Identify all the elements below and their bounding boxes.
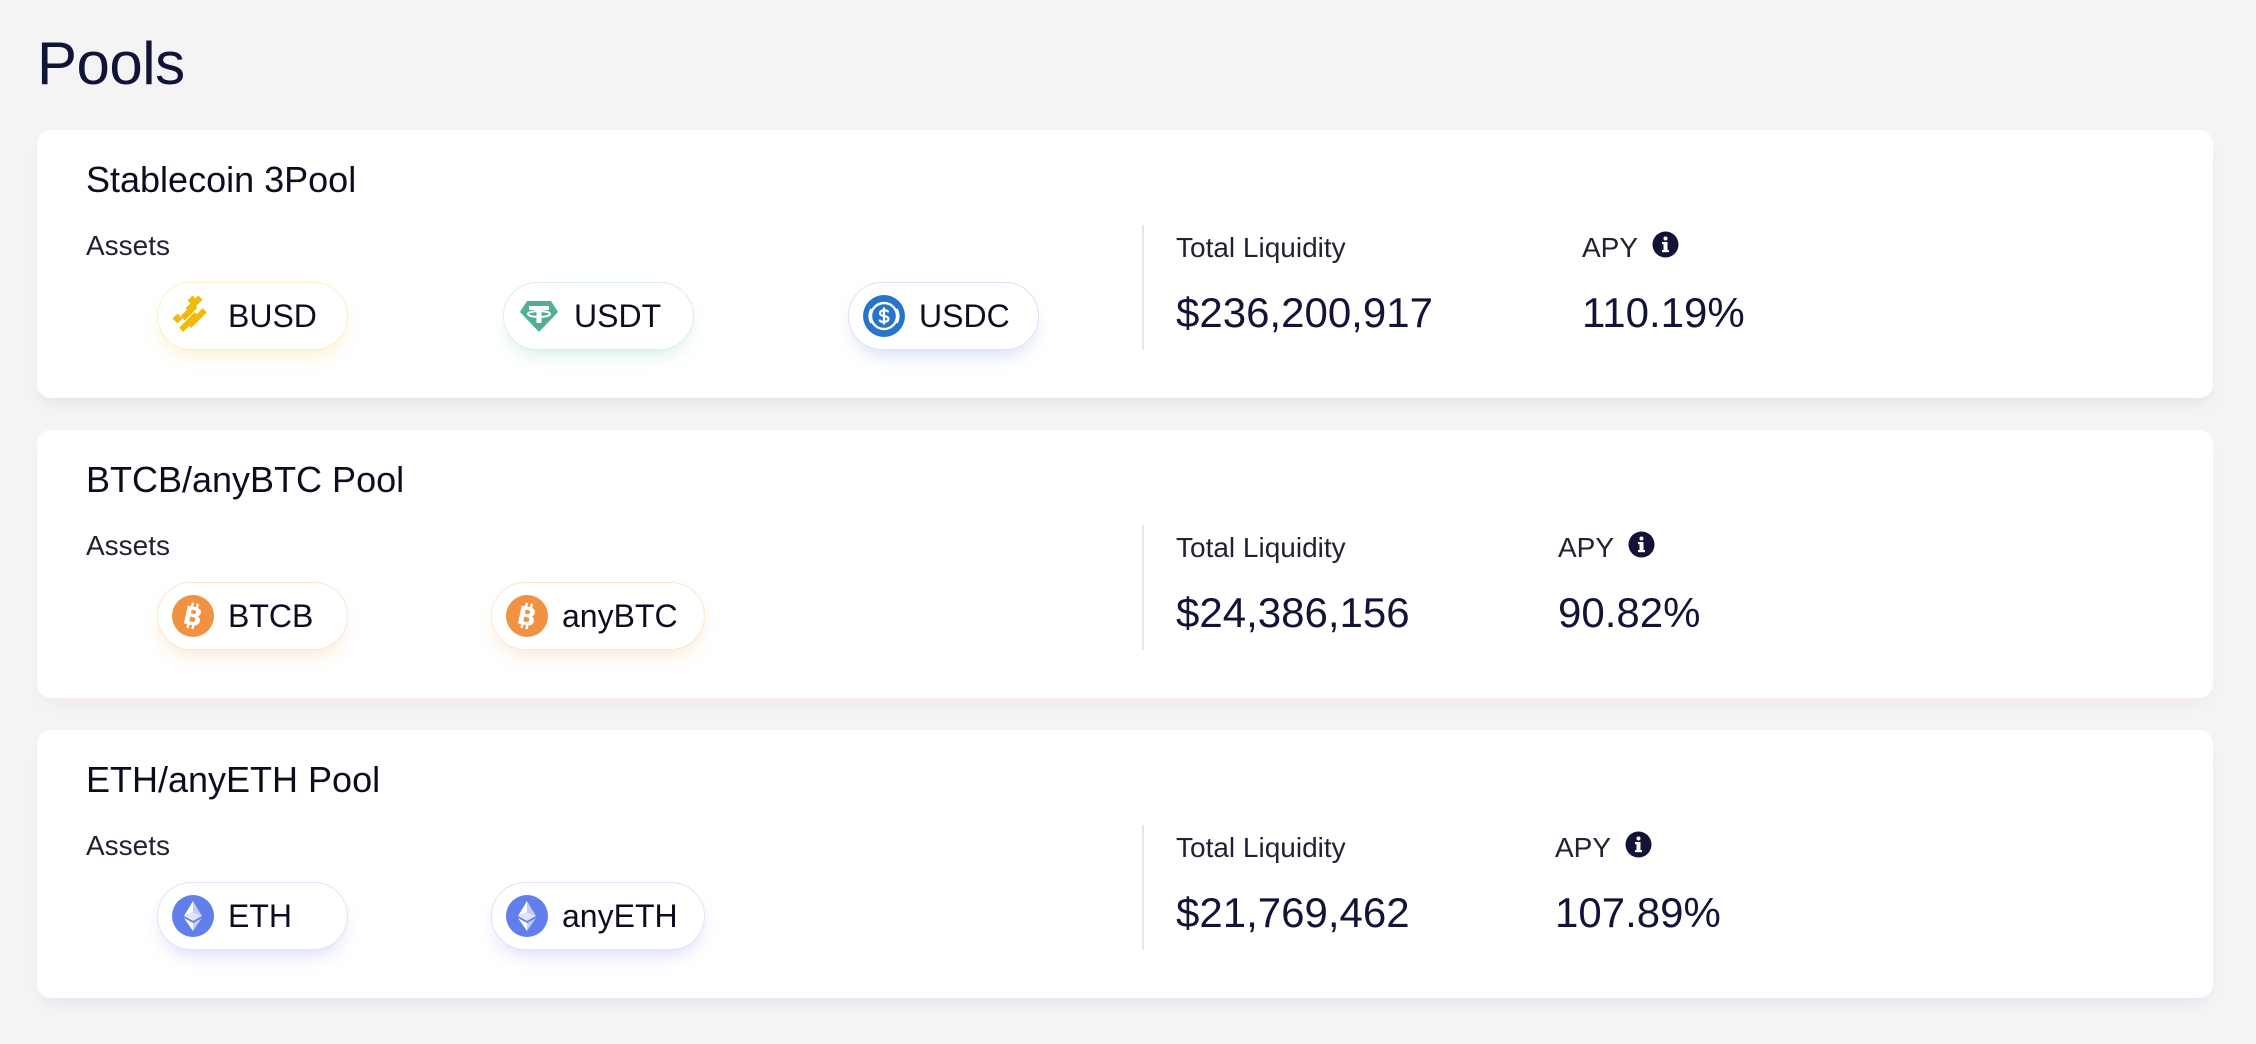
apy-label: APY: [1555, 830, 1652, 866]
page-title: Pools: [37, 30, 185, 97]
pool-card-eth-anyeth[interactable]: ETH/anyETH Pool Assets ETH anyETH Total …: [37, 730, 2213, 998]
apy-label: APY: [1582, 230, 1679, 266]
asset-pill-eth[interactable]: ETH: [157, 882, 348, 950]
asset-symbol: USDT: [574, 298, 662, 334]
usd-coin-icon: [863, 295, 905, 337]
apy-value: 110.19%: [1582, 289, 1745, 336]
apy-value: 90.82%: [1558, 589, 1701, 636]
asset-symbol: USDC: [919, 298, 1010, 334]
asset-pill-busd[interactable]: BUSD: [157, 282, 348, 350]
apy-label-text: APY: [1582, 232, 1639, 263]
apy-label-text: APY: [1558, 532, 1615, 563]
asset-pill-usdc[interactable]: USDC: [848, 282, 1039, 350]
tether-icon: [518, 295, 560, 337]
info-icon[interactable]: [1628, 531, 1655, 558]
pool-name: BTCB/anyBTC Pool: [86, 459, 405, 500]
bitcoin-icon: B: [172, 595, 214, 637]
asset-symbol: anyETH: [562, 898, 678, 934]
asset-symbol: anyBTC: [562, 598, 678, 634]
asset-symbol: BUSD: [228, 298, 317, 334]
total-liquidity-label: Total Liquidity: [1176, 232, 1346, 263]
pool-card-btcb-anybtc[interactable]: BTCB/anyBTC Pool Assets B BTCB B anyBTC …: [37, 430, 2213, 698]
assets-label: Assets: [86, 530, 171, 561]
info-icon[interactable]: [1652, 231, 1679, 258]
total-liquidity-value: $236,200,917: [1176, 289, 1433, 336]
assets-label: Assets: [86, 830, 171, 861]
pool-name: Stablecoin 3Pool: [86, 159, 357, 200]
apy-label-text: APY: [1555, 832, 1612, 863]
pool-name: ETH/anyETH Pool: [86, 759, 381, 800]
asset-pill-usdt[interactable]: USDT: [503, 282, 694, 350]
ethereum-icon: [172, 895, 214, 937]
column-divider: [1142, 225, 1144, 350]
asset-symbol: ETH: [228, 898, 292, 934]
ethereum-icon: [506, 895, 548, 937]
pool-card-stablecoin-3pool[interactable]: Stablecoin 3Pool Assets BUSD USDT USDC T…: [37, 130, 2213, 398]
asset-pill-anybtc[interactable]: B anyBTC: [491, 582, 705, 650]
asset-pill-btcb[interactable]: B BTCB: [157, 582, 348, 650]
column-divider: [1142, 825, 1144, 950]
binance-usd-icon: [172, 295, 214, 337]
bitcoin-icon: B: [506, 595, 548, 637]
info-icon[interactable]: [1625, 831, 1652, 858]
assets-label: Assets: [86, 230, 171, 261]
total-liquidity-label: Total Liquidity: [1176, 532, 1346, 563]
apy-label: APY: [1558, 530, 1655, 566]
total-liquidity-value: $21,769,462: [1176, 889, 1410, 936]
asset-pill-anyeth[interactable]: anyETH: [491, 882, 705, 950]
total-liquidity-value: $24,386,156: [1176, 589, 1410, 636]
asset-symbol: BTCB: [228, 598, 314, 634]
apy-value: 107.89%: [1555, 889, 1721, 936]
total-liquidity-label: Total Liquidity: [1176, 832, 1346, 863]
column-divider: [1142, 525, 1144, 650]
